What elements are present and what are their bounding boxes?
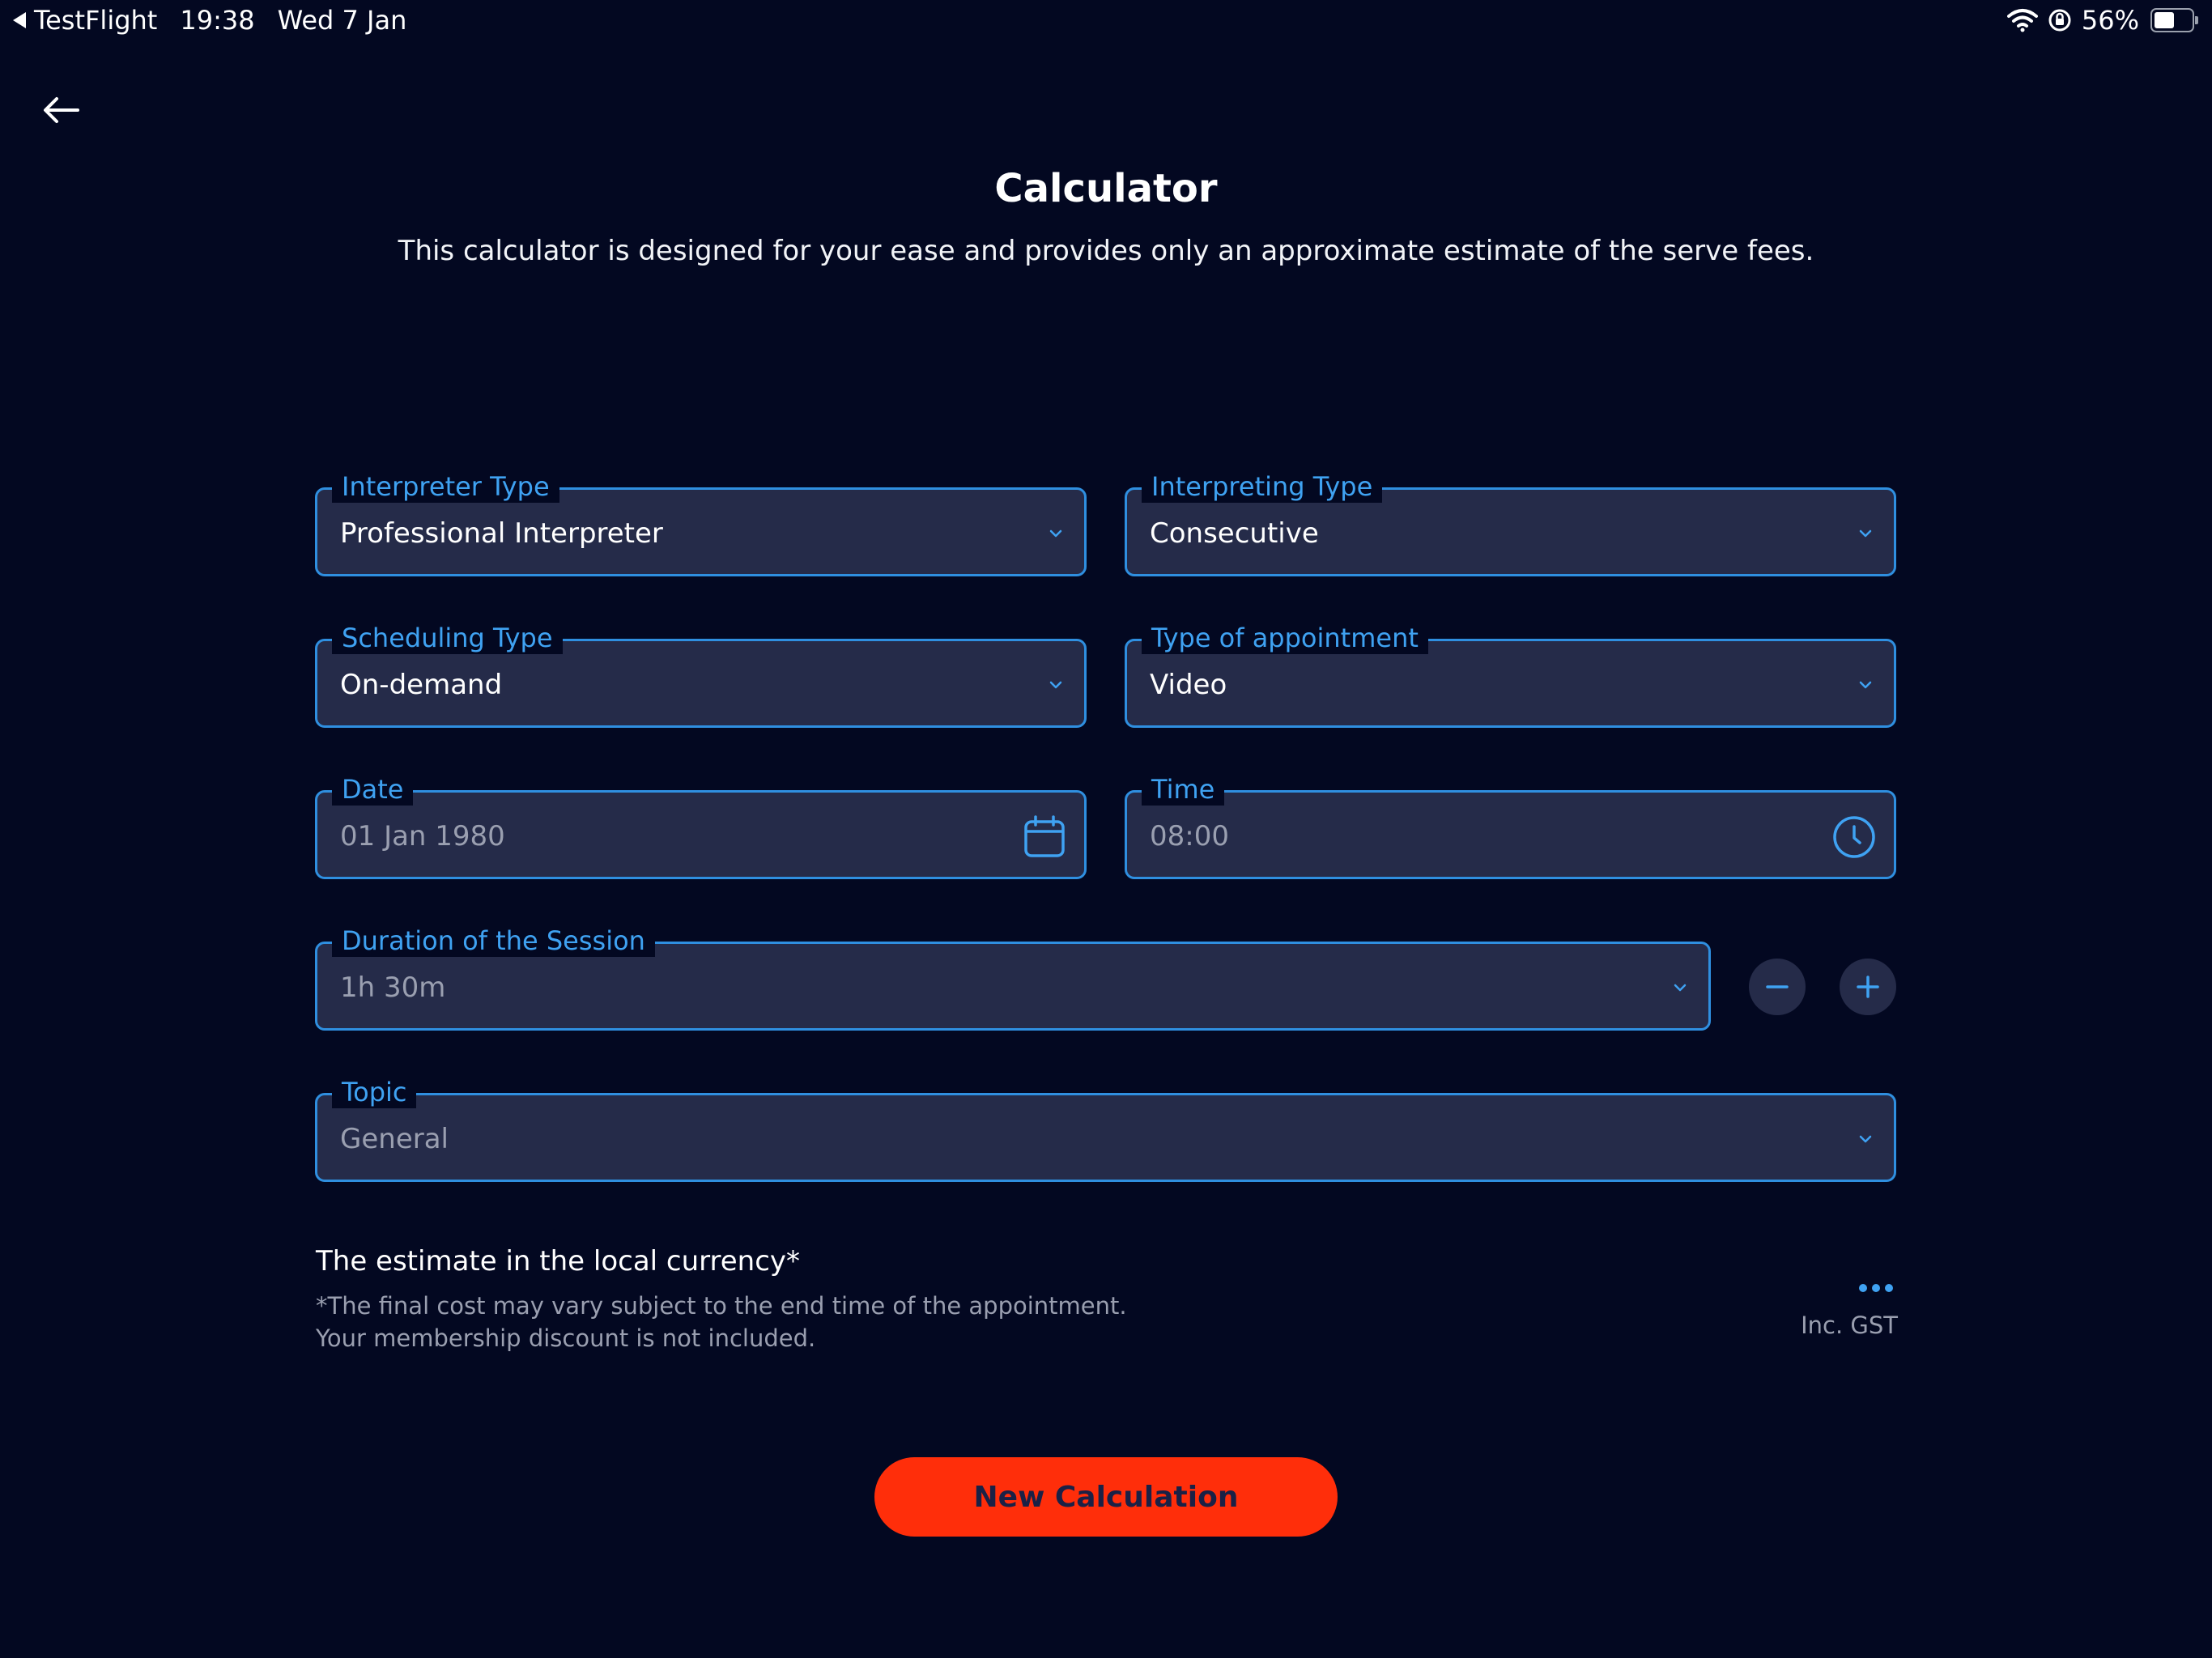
chevron-down-icon — [1859, 681, 1872, 689]
field-label: Date — [332, 773, 414, 806]
clock-icon[interactable] — [1831, 814, 1878, 861]
chevron-down-icon — [1674, 984, 1687, 992]
chevron-down-icon — [1859, 1135, 1872, 1143]
estimate-note-line2: Your membership discount is not included… — [316, 1324, 816, 1352]
page-title: Calculator — [994, 166, 1218, 211]
status-time: 19:38 — [180, 5, 255, 36]
duration-select[interactable]: Duration of the Session 1h 30m — [315, 925, 1711, 1031]
chevron-down-icon — [1859, 529, 1872, 538]
field-label: Time — [1142, 773, 1225, 806]
arrow-left-icon — [44, 97, 79, 123]
estimate-title: The estimate in the local currency* — [316, 1245, 801, 1278]
field-value: Professional Interpreter — [340, 517, 663, 550]
back-to-app-label[interactable]: TestFlight — [34, 5, 157, 36]
back-to-app-icon[interactable] — [13, 12, 26, 28]
field-value: 01 Jan 1980 — [340, 820, 505, 852]
back-button[interactable] — [37, 89, 86, 131]
battery-icon — [2150, 8, 2198, 32]
battery-percent: 56% — [2081, 5, 2139, 36]
scheduling-type-select[interactable]: Scheduling Type On-demand — [315, 622, 1087, 728]
date-picker[interactable]: Date 01 Jan 1980 — [315, 773, 1087, 879]
chevron-down-icon — [1049, 681, 1062, 689]
decrease-duration-button[interactable] — [1749, 959, 1806, 1015]
interpreting-type-select[interactable]: Interpreting Type Consecutive — [1125, 470, 1896, 576]
field-value: Video — [1150, 669, 1227, 701]
chevron-down-icon — [1049, 529, 1062, 538]
field-value: 08:00 — [1150, 820, 1229, 852]
increase-duration-button[interactable] — [1840, 959, 1896, 1015]
minus-icon — [1766, 985, 1789, 988]
field-value: Consecutive — [1150, 517, 1319, 550]
field-label: Topic — [332, 1076, 417, 1108]
status-bar: TestFlight 19:38 Wed 7 Jan 56% — [0, 0, 2212, 45]
field-label: Interpreting Type — [1142, 470, 1383, 503]
topic-select[interactable]: Topic General — [315, 1076, 1896, 1182]
status-bar-left: TestFlight 19:38 Wed 7 Jan — [13, 5, 406, 36]
estimate-note-line1: *The final cost may vary subject to the … — [316, 1292, 1127, 1320]
interpreter-type-select[interactable]: Interpreter Type Professional Interprete… — [315, 470, 1087, 576]
field-value: 1h 30m — [340, 971, 446, 1004]
field-label: Duration of the Session — [332, 925, 655, 957]
time-picker[interactable]: Time 08:00 — [1125, 773, 1896, 879]
appointment-type-select[interactable]: Type of appointment Video — [1125, 622, 1896, 728]
estimate-loading-indicator — [1859, 1284, 1898, 1292]
plus-icon — [1857, 976, 1879, 998]
field-value: On-demand — [340, 669, 503, 701]
status-bar-right: 56% — [2006, 5, 2198, 36]
orientation-lock-icon — [2048, 9, 2071, 32]
field-label: Interpreter Type — [332, 470, 559, 503]
field-label: Scheduling Type — [332, 622, 563, 654]
field-value: General — [340, 1123, 449, 1155]
field-label: Type of appointment — [1142, 622, 1428, 654]
wifi-icon — [2006, 9, 2038, 32]
new-calculation-button[interactable]: New Calculation — [874, 1457, 1338, 1537]
calendar-icon[interactable] — [1021, 814, 1068, 861]
status-date: Wed 7 Jan — [277, 5, 407, 36]
page-subtitle: This calculator is designed for your eas… — [398, 235, 1814, 267]
tax-label: Inc. GST — [1801, 1312, 1898, 1339]
